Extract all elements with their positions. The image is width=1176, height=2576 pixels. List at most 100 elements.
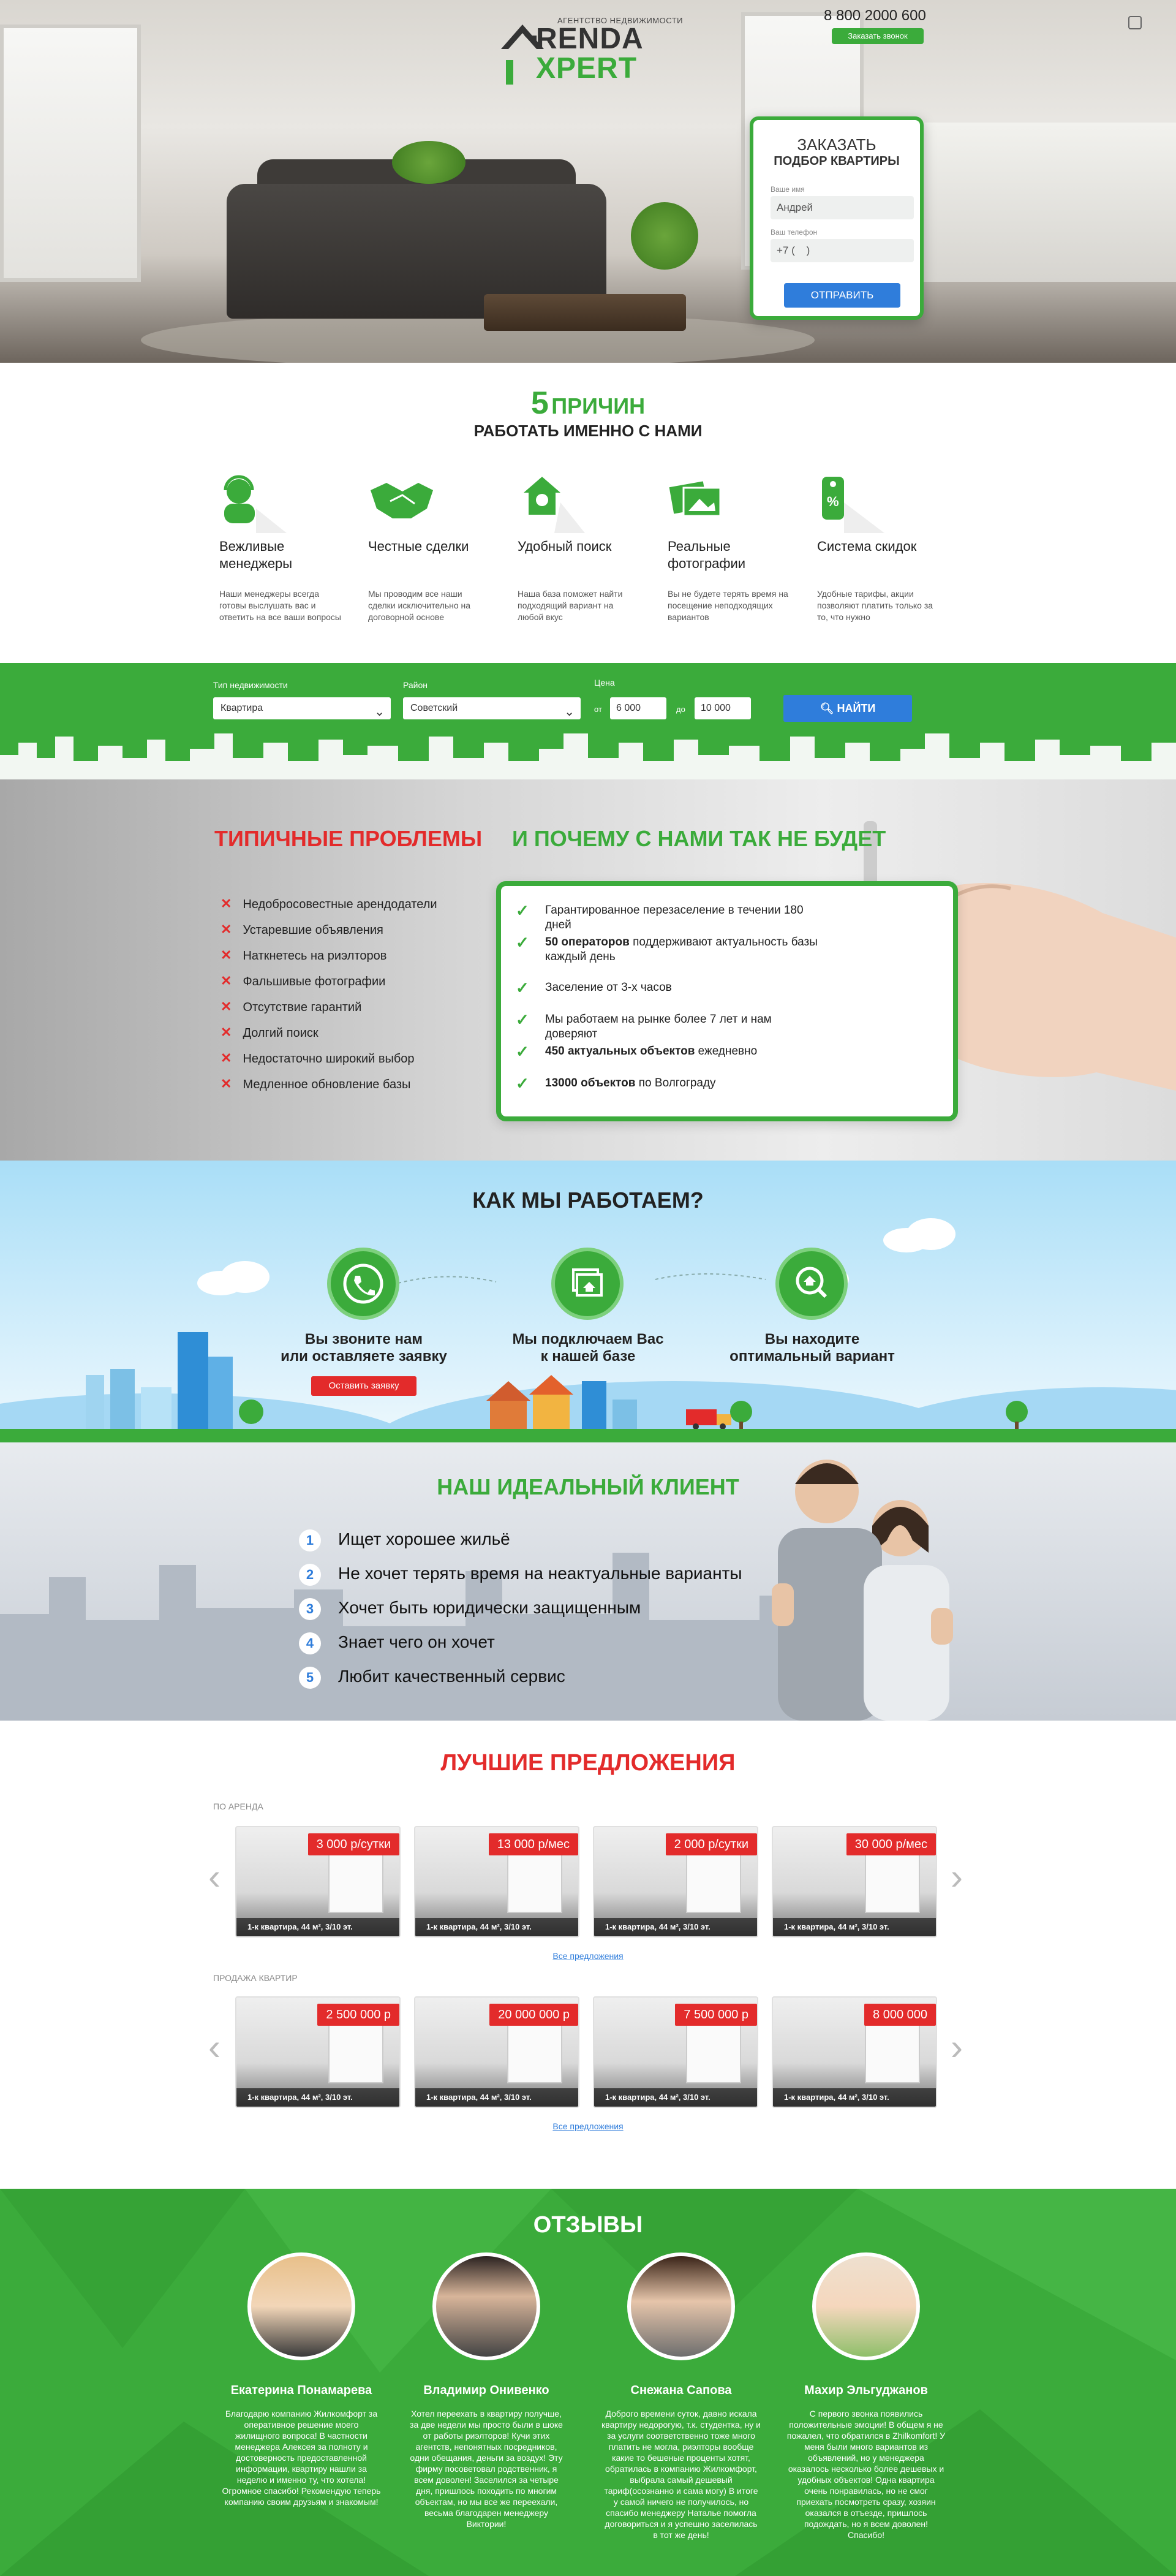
why-item: ✓ Мы работаем на рынке более 7 лет и нам … xyxy=(516,1012,827,1042)
houses-image xyxy=(486,1375,637,1430)
offer-card[interactable]: 20 000 000 р 1-к квартира, 44 м², 3/10 эт… xyxy=(414,1996,579,2108)
menu-icon[interactable] xyxy=(1128,16,1142,29)
why-item-bold: 50 операторов xyxy=(545,936,630,949)
offer-caption: 1-к квартира, 44 м², 3/10 эт. xyxy=(415,1918,578,1936)
type-select[interactable]: Квартира ⌄ xyxy=(213,697,391,719)
search-icon: 🔍︎ xyxy=(820,702,837,714)
type-label: Тип недвижимости xyxy=(213,680,288,690)
offer-card[interactable]: 3 000 р/сутки 1-к квартира, 44 м², 3/10 э… xyxy=(235,1826,401,1938)
step-line: или оставляете заявку xyxy=(281,1348,447,1365)
step-line: Мы подключаем Вас xyxy=(512,1331,664,1347)
client-item: 2 Не хочет терять время на неактуальные в… xyxy=(299,1564,742,1586)
card-photo xyxy=(328,1846,383,1913)
reason-name: Система скидок xyxy=(817,539,917,554)
problem-item: ✕ Медленное обновление базы xyxy=(221,1076,410,1092)
problem-text: Отсутствие гарантий xyxy=(243,1001,362,1014)
search-house-icon xyxy=(796,1267,827,1298)
order-submit-button[interactable]: ОТПРАВИТЬ xyxy=(784,283,900,308)
vase-plant xyxy=(631,202,698,270)
review-text: Хотел переехать в квартиру получше, за д… xyxy=(410,2409,563,2529)
order-form-subtitle: ПОДБОР КВАРТИРЫ xyxy=(774,154,900,168)
review-text: С первого звонка появились положительные… xyxy=(786,2409,946,2540)
plant xyxy=(392,141,466,184)
carousel-next-button[interactable]: › xyxy=(951,1855,963,1898)
client-title: НАШ ИДЕАЛЬНЫЙ КЛИЕНТ xyxy=(437,1474,739,1499)
why-item-text: Мы работаем на рынке более 7 лет и нам д… xyxy=(545,1013,772,1040)
step-line: Вы звоните нам xyxy=(304,1331,423,1347)
price-to-label: до xyxy=(676,705,685,714)
client-item: 3 Хочет быть юридически защищенным xyxy=(299,1598,641,1620)
all-offers-link[interactable]: Все предложения xyxy=(0,2121,1176,2131)
step-text: Мы подключаем Вас к нашей базе xyxy=(496,1331,680,1365)
offer-caption: 1-к квартира, 44 м², 3/10 эт. xyxy=(415,2088,578,2107)
client-item-number: 3 xyxy=(299,1598,321,1620)
price-from-input[interactable]: 6 000 xyxy=(610,697,666,719)
kitchen-counter xyxy=(919,123,1176,282)
why-title: И ПОЧЕМУ С НАМИ ТАК НЕ БУДЕТ xyxy=(512,826,886,851)
why-item-bold: 13000 объектов xyxy=(545,1077,636,1089)
check-icon: ✓ xyxy=(516,1042,529,1061)
cross-icon: ✕ xyxy=(221,1025,232,1040)
offer-card[interactable]: 30 000 р/мес 1-к квартира, 44 м², 3/10 эт… xyxy=(772,1826,937,1938)
offer-card[interactable]: 7 500 000 р 1-к квартира, 44 м², 3/10 эт. xyxy=(593,1996,758,2108)
search-button[interactable]: 🔍︎ НАЙТИ xyxy=(783,695,912,722)
carousel-prev-button[interactable]: ‹ xyxy=(208,1855,221,1898)
carousel-next-button[interactable]: › xyxy=(951,2026,963,2068)
reviews-title: ОТЗЫВЫ xyxy=(533,2212,643,2238)
reason-desc: Вы не будете терять время на посещение н… xyxy=(668,589,788,622)
ground-strip xyxy=(0,1429,1176,1442)
avatar xyxy=(247,2252,355,2360)
offer-price: 8 000 000 xyxy=(864,2004,936,2026)
problem-text: Недобросовестные арендодатели xyxy=(243,898,437,911)
reason-desc: Наши менеджеры всегда готовы выслушать в… xyxy=(219,589,341,622)
reason-name: Вежливые менеджеры xyxy=(219,539,293,571)
leave-request-button[interactable]: Оставить заявку xyxy=(311,1376,417,1396)
chevron-down-icon: ⌄ xyxy=(564,705,575,719)
why-item: ✓ Гарантированное перезаселение в течении… xyxy=(516,903,827,933)
problem-text: Фальшивые фотографии xyxy=(243,975,386,988)
problem-item: ✕ Долгий поиск xyxy=(221,1025,318,1040)
step-line: Вы находите xyxy=(764,1331,860,1347)
offer-card[interactable]: 8 000 000 1-к квартира, 44 м², 3/10 эт. xyxy=(772,1996,937,2108)
name-label: Ваше имя xyxy=(771,185,805,194)
reasons-number: 5 xyxy=(530,385,549,421)
phone-field[interactable] xyxy=(771,239,914,262)
offer-card[interactable]: 2 000 р/сутки 1-к квартира, 44 м², 3/10 э… xyxy=(593,1826,758,1938)
problem-item: ✕ Наткнетесь на риэлторов xyxy=(221,947,386,963)
name-field[interactable] xyxy=(771,196,914,219)
rent-category-label: ПО АРЕНДА xyxy=(213,1801,263,1811)
card-photo xyxy=(686,2016,741,2083)
offer-card[interactable]: 13 000 р/мес 1-к квартира, 44 м², 3/10 эт… xyxy=(414,1826,579,1938)
reviewer-name: Екатерина Понамарева xyxy=(230,2384,372,2397)
tree-icon xyxy=(1006,1401,1028,1430)
district-select[interactable]: Советский ⌄ xyxy=(403,697,581,719)
cross-icon: ✕ xyxy=(221,922,232,937)
carousel-prev-button[interactable]: ‹ xyxy=(208,2026,221,2068)
call-request-button[interactable]: Заказать звонок xyxy=(832,28,924,44)
problem-text: Долгий поиск xyxy=(243,1026,318,1040)
district-select-value: Советский xyxy=(410,703,458,713)
avatar xyxy=(432,2252,540,2360)
card-photo xyxy=(507,2016,562,2083)
offer-caption: 1-к квартира, 44 м², 3/10 эт. xyxy=(236,1918,399,1936)
reasons-subtitle: РАБОТАТЬ ИМЕННО С НАМИ xyxy=(473,422,703,440)
all-offers-link[interactable]: Все предложения xyxy=(0,1951,1176,1961)
check-icon: ✓ xyxy=(516,933,529,952)
phone-icon xyxy=(343,1263,383,1304)
offer-card[interactable]: 2 500 000 р 1-к квартира, 44 м², 3/10 эт. xyxy=(235,1996,401,2108)
phone-label: Ваш телефон xyxy=(771,228,818,237)
svg-text:%: % xyxy=(827,494,839,509)
price-to-input[interactable]: 10 000 xyxy=(695,697,751,719)
offer-price: 2 000 р/сутки xyxy=(665,1833,757,1855)
reviewer-name: Махир Эльгуджанов xyxy=(804,2384,928,2397)
problem-item: ✕ Фальшивые фотографии xyxy=(221,973,385,989)
step-circle xyxy=(551,1248,624,1320)
step-text: Вы звоните нам или оставляете заявку xyxy=(272,1331,456,1365)
avatar xyxy=(812,2252,920,2360)
step-line: к нашей базе xyxy=(540,1348,636,1365)
problems-title: ТИПИЧНЫЕ ПРОБЛЕМЫ xyxy=(214,826,483,851)
header-phone[interactable]: 8 800 2000 600 xyxy=(824,7,926,25)
discount-tag-icon: % xyxy=(822,477,884,533)
step-circle xyxy=(327,1248,399,1320)
check-icon: ✓ xyxy=(516,1010,529,1029)
